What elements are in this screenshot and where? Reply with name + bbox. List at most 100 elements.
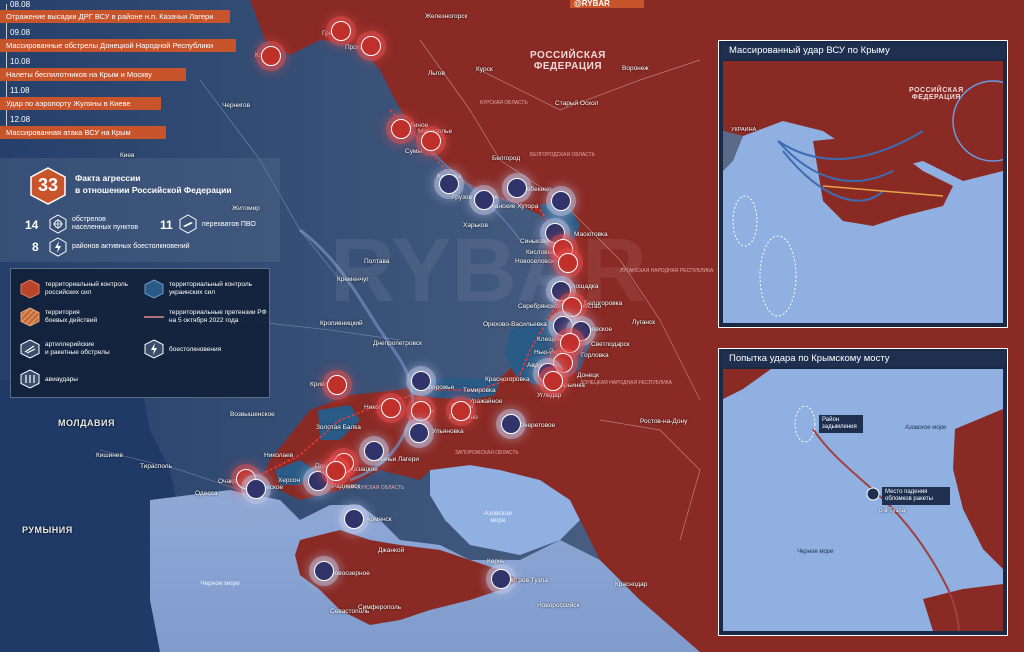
smoke-area-label: Район задымления xyxy=(819,415,863,433)
azov-sea-label: Азовское море xyxy=(905,425,947,431)
airstrike-marker[interactable] xyxy=(409,423,429,443)
brand-badge: @RYBAR xyxy=(570,0,644,8)
city-label: Полтава xyxy=(364,258,390,265)
airstrike-marker[interactable] xyxy=(474,190,494,210)
timeline-event[interactable]: Удар по аэропорту Жуляны в Киеве xyxy=(0,97,161,110)
city-label: Харьков xyxy=(463,222,488,229)
airstrike-marker[interactable] xyxy=(501,414,521,434)
city-label: Очеретовое xyxy=(519,422,556,429)
artillery-strike-marker[interactable] xyxy=(381,398,401,418)
stat-interceptions-label: перехватов ПВО xyxy=(202,221,256,228)
airstrike-marker[interactable] xyxy=(246,479,266,499)
artillery-strike-marker[interactable] xyxy=(326,461,346,481)
city-label: Новоозерное xyxy=(330,570,370,577)
city-label: Угледар xyxy=(537,392,562,399)
inset-bridge-title: Попытка удара по Крымскому мосту xyxy=(721,351,1005,367)
inset-russia-label: РОССИЙСКАЯ ФЕДЕРАЦИЯ xyxy=(909,87,964,101)
missile-icon xyxy=(179,214,197,234)
legend-label: артиллерийские и ракетные обстрелы xyxy=(45,341,110,356)
legend-label: авиаудары xyxy=(45,376,78,383)
stat-clashes-label: районов активных боестолкновений xyxy=(72,243,190,250)
artillery-strike-marker[interactable] xyxy=(562,297,582,317)
inset-bridge-map xyxy=(723,369,1003,631)
inset-ukraine-label: УКРАИНА xyxy=(731,127,757,133)
artillery-strike-marker[interactable] xyxy=(391,119,411,139)
total-value: 33 xyxy=(37,175,59,195)
legend-label: территория боевых действий xyxy=(45,309,98,324)
city-label: Сумы xyxy=(405,148,423,155)
city-label: Площадка xyxy=(567,283,599,290)
airstrike-marker[interactable] xyxy=(491,569,511,589)
artillery-strike-marker[interactable] xyxy=(560,333,580,353)
artillery-strike-marker[interactable] xyxy=(261,46,281,66)
airstrike-icon xyxy=(20,369,40,389)
city-label: Белогоровка xyxy=(584,300,623,307)
stat-clashes-value: 8 xyxy=(32,240,39,254)
city-label: Светлодарск xyxy=(591,341,630,348)
country-label: РУМЫНИЯ xyxy=(22,525,73,535)
city-label: Темировка xyxy=(463,387,496,394)
airstrike-marker[interactable] xyxy=(411,371,431,391)
timeline-event[interactable]: Массированные обстрелы Донецкой Народной… xyxy=(0,39,236,52)
inset-crimea-title: Массированный удар ВСУ по Крыму xyxy=(721,43,1005,59)
city-label: Льгов xyxy=(428,70,445,77)
airstrike-marker[interactable] xyxy=(308,471,328,491)
city-label: Курск xyxy=(476,66,493,73)
city-label: Джанкой xyxy=(378,547,405,554)
timeline: 08.08 Отражение высадки ДРГ ВСУ в районе… xyxy=(0,0,250,150)
city-label: Орехово-Васильевка xyxy=(483,321,547,328)
artillery-strike-marker[interactable] xyxy=(411,401,431,421)
city-label: Масютовка xyxy=(574,231,608,238)
city-label: Николаев xyxy=(264,452,294,459)
region-label: БЕЛГОРОДСКАЯ ОБЛАСТЬ xyxy=(530,152,595,158)
airstrike-marker[interactable] xyxy=(314,561,334,581)
artillery-strike-marker[interactable] xyxy=(421,131,441,151)
city-label: Донецк xyxy=(577,372,599,379)
airstrike-marker[interactable] xyxy=(344,509,364,529)
black-sea-label: Черное море xyxy=(797,549,834,555)
legend: территориальный контроль российских сил т… xyxy=(10,268,270,398)
artillery-strike-marker[interactable] xyxy=(327,375,347,395)
airstrike-marker[interactable] xyxy=(439,174,459,194)
timeline-date: 08.08 xyxy=(10,0,31,9)
city-label: Радиевск xyxy=(332,483,361,490)
sea-label: Азовское море xyxy=(484,510,512,524)
city-label: Новоселовское xyxy=(515,258,562,265)
artillery-strike-marker[interactable] xyxy=(331,21,351,41)
timeline-date: 09.08 xyxy=(10,28,31,37)
airstrike-marker[interactable] xyxy=(507,178,527,198)
city-label: Армянск xyxy=(366,516,392,523)
artillery-strike-marker[interactable] xyxy=(543,371,563,391)
inset-crimea: Массированный удар ВСУ по Крыму РОССИЙСК… xyxy=(718,40,1008,328)
artillery-strike-marker[interactable] xyxy=(361,36,381,56)
city-label: Уражайное xyxy=(469,398,503,405)
city-label: Старый Оскол xyxy=(555,100,599,107)
timeline-date: 12.08 xyxy=(10,115,31,124)
timeline-event[interactable]: Налеты беспилотников на Крым и Москву xyxy=(0,68,186,81)
region-label: КУРСКАЯ ОБЛАСТЬ xyxy=(480,100,528,106)
city-label: Кропивницкий xyxy=(320,320,363,327)
city-label: Красногоровка xyxy=(485,376,530,383)
city-label: Золотая Балка xyxy=(316,424,361,431)
timeline-event[interactable]: Массированная атака ВСУ на Крым xyxy=(0,126,166,139)
country-label: МОЛДАВИЯ xyxy=(58,418,115,428)
legend-label: территориальный контроль российских сил xyxy=(45,281,129,296)
artillery-icon xyxy=(20,339,40,359)
city-label: Казацкое xyxy=(350,466,378,473)
stat-shelling-label: обстрелов населенных пунктов xyxy=(72,216,139,231)
stat-interceptions-value: 11 xyxy=(160,218,173,232)
artillery-strike-marker[interactable] xyxy=(451,401,471,421)
airstrike-marker[interactable] xyxy=(551,191,571,211)
clash-icon xyxy=(144,339,164,359)
artillery-strike-marker[interactable] xyxy=(558,253,578,273)
crosshair-icon xyxy=(49,214,67,234)
timeline-event[interactable]: Отражение высадки ДРГ ВСУ в районе н.п. … xyxy=(0,10,230,23)
city-label: Киев xyxy=(120,152,135,159)
blue-hex-icon xyxy=(144,279,164,299)
airstrike-marker[interactable] xyxy=(364,441,384,461)
tuzla-label: о-в Тузла xyxy=(879,508,906,514)
lightning-icon xyxy=(49,237,67,257)
region-label: ДОНЕЦКАЯ НАРОДНАЯ РЕСПУБЛИКА xyxy=(580,380,672,386)
city-label: Краснодар xyxy=(615,581,648,588)
hatched-hex-icon xyxy=(20,307,40,327)
